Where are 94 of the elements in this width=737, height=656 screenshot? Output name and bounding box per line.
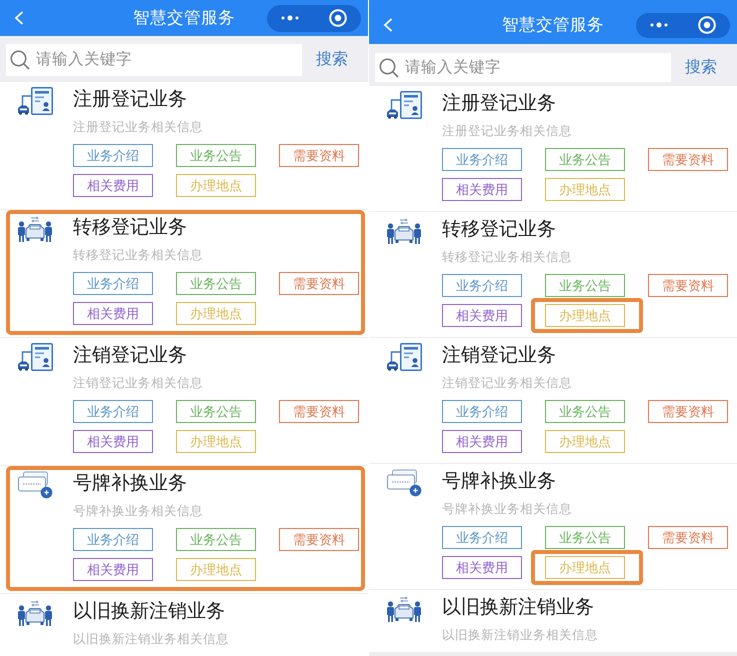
service-title: 注册登记业务 bbox=[442, 94, 557, 114]
service-card[interactable]: 以旧换新注销业务 以旧换新注销业务相关信息 bbox=[0, 594, 368, 656]
option-button[interactable]: 办理地点 bbox=[176, 302, 256, 325]
option-button[interactable]: 业务介绍 bbox=[442, 148, 522, 171]
option-button[interactable]: 需要资料 bbox=[279, 144, 359, 167]
service-title: 转移登记业务 bbox=[73, 218, 188, 238]
option-button[interactable]: 业务公告 bbox=[545, 526, 625, 549]
service-description: 注册登记业务相关信息 bbox=[73, 120, 204, 134]
service-card[interactable]: 注册登记业务 注册登记业务相关信息 业务介绍 业务公告 需要资料 相关费用 办理地点 bbox=[369, 86, 737, 211]
people-car-icon bbox=[17, 215, 53, 243]
service-description: 转移登记业务相关信息 bbox=[442, 250, 573, 264]
service-card[interactable]: 注册登记业务 注册登记业务相关信息 业务介绍 业务公告 需要资料 相关费用 办理地点 bbox=[0, 82, 368, 209]
service-card[interactable]: 注销登记业务 注销登记业务相关信息 业务介绍 业务公告 需要资料 相关费用 办理地点 bbox=[369, 338, 737, 463]
option-button[interactable]: 相关费用 bbox=[442, 556, 522, 579]
license-plate-icon bbox=[17, 471, 53, 499]
option-button[interactable]: 业务公告 bbox=[545, 148, 625, 171]
service-card[interactable]: 注销登记业务 注销登记业务相关信息 业务介绍 业务公告 需要资料 相关费用 办理地点 bbox=[0, 338, 368, 465]
service-description: 号牌补换业务相关信息 bbox=[442, 502, 573, 516]
option-button[interactable]: 办理地点 bbox=[176, 430, 256, 453]
service-title: 转移登记业务 bbox=[442, 220, 557, 240]
option-button[interactable]: 办理地点 bbox=[545, 178, 625, 201]
back-icon[interactable] bbox=[14, 11, 24, 25]
service-title: 号牌补换业务 bbox=[442, 472, 557, 492]
service-card[interactable]: 转移登记业务 转移登记业务相关信息 业务介绍 业务公告 需要资料 相关费用 办理地点 bbox=[369, 212, 737, 337]
people-car-icon bbox=[386, 217, 422, 245]
search-button[interactable]: 搜索 bbox=[316, 50, 348, 70]
search-field[interactable]: 请输入关键字 bbox=[6, 44, 302, 76]
service-description: 号牌补换业务相关信息 bbox=[73, 504, 204, 518]
option-button[interactable]: 办理地点 bbox=[545, 304, 625, 327]
document-car-icon bbox=[386, 343, 422, 371]
service-title: 以旧换新注销业务 bbox=[442, 598, 595, 618]
option-button[interactable]: 办理地点 bbox=[176, 174, 256, 197]
service-description: 注册登记业务相关信息 bbox=[442, 124, 573, 138]
option-button[interactable]: 业务公告 bbox=[545, 400, 625, 423]
option-button[interactable]: 相关费用 bbox=[442, 304, 522, 327]
license-plate-icon bbox=[386, 469, 422, 497]
option-button[interactable]: 需要资料 bbox=[279, 272, 359, 295]
service-title: 注册登记业务 bbox=[73, 90, 188, 110]
option-button[interactable]: 业务公告 bbox=[176, 400, 256, 423]
service-card[interactable]: 号牌补换业务 号牌补换业务相关信息 业务介绍 业务公告 需要资料 相关费用 办理地点 bbox=[369, 464, 737, 589]
option-button[interactable]: 相关费用 bbox=[73, 302, 153, 325]
service-title: 注销登记业务 bbox=[442, 346, 557, 366]
document-car-icon bbox=[17, 343, 53, 371]
option-button[interactable]: 相关费用 bbox=[73, 558, 153, 581]
document-car-icon bbox=[17, 87, 53, 115]
option-button[interactable]: 需要资料 bbox=[648, 526, 728, 549]
option-button[interactable]: 业务介绍 bbox=[73, 528, 153, 551]
service-description: 注销登记业务相关信息 bbox=[442, 376, 573, 390]
service-title: 以旧换新注销业务 bbox=[73, 602, 226, 622]
option-button[interactable]: 需要资料 bbox=[648, 274, 728, 297]
search-button[interactable]: 搜索 bbox=[685, 58, 717, 78]
option-button[interactable]: 业务公告 bbox=[176, 272, 256, 295]
option-button[interactable]: 办理地点 bbox=[545, 430, 625, 453]
service-description: 以旧换新注销业务相关信息 bbox=[73, 632, 229, 646]
more-icon[interactable] bbox=[281, 15, 299, 21]
people-car-icon bbox=[386, 595, 422, 623]
page-title: 智慧交管服务 bbox=[502, 15, 604, 35]
option-button[interactable]: 办理地点 bbox=[176, 558, 256, 581]
option-button[interactable]: 需要资料 bbox=[648, 148, 728, 171]
option-button[interactable]: 业务介绍 bbox=[73, 272, 153, 295]
option-button[interactable]: 相关费用 bbox=[73, 430, 153, 453]
service-title: 注销登记业务 bbox=[73, 346, 188, 366]
option-button[interactable]: 需要资料 bbox=[279, 528, 359, 551]
service-title: 号牌补换业务 bbox=[73, 474, 188, 494]
more-icon[interactable] bbox=[650, 22, 668, 28]
search-icon bbox=[10, 50, 30, 70]
service-card[interactable]: 以旧换新注销业务 以旧换新注销业务相关信息 bbox=[369, 590, 737, 652]
search-icon bbox=[379, 58, 399, 78]
service-card[interactable]: 转移登记业务 转移登记业务相关信息 业务介绍 业务公告 需要资料 相关费用 办理地点 bbox=[0, 210, 368, 337]
page-title: 智慧交管服务 bbox=[133, 8, 235, 28]
option-button[interactable]: 业务介绍 bbox=[442, 274, 522, 297]
option-button[interactable]: 业务介绍 bbox=[73, 400, 153, 423]
document-car-icon bbox=[386, 91, 422, 119]
search-field[interactable]: 请输入关键字 bbox=[375, 53, 671, 82]
option-button[interactable]: 业务介绍 bbox=[73, 144, 153, 167]
service-description: 转移登记业务相关信息 bbox=[73, 248, 204, 262]
target-icon[interactable] bbox=[329, 9, 347, 27]
option-button[interactable]: 相关费用 bbox=[442, 430, 522, 453]
service-card[interactable]: 号牌补换业务 号牌补换业务相关信息 业务介绍 业务公告 需要资料 相关费用 办理地点 bbox=[0, 466, 368, 593]
service-description: 以旧换新注销业务相关信息 bbox=[442, 628, 598, 642]
option-button[interactable]: 相关费用 bbox=[442, 178, 522, 201]
service-description: 注销登记业务相关信息 bbox=[73, 376, 204, 390]
option-button[interactable]: 业务公告 bbox=[176, 528, 256, 551]
target-icon[interactable] bbox=[698, 16, 716, 34]
option-button[interactable]: 业务介绍 bbox=[442, 526, 522, 549]
option-button[interactable]: 相关费用 bbox=[73, 174, 153, 197]
option-button[interactable]: 业务公告 bbox=[176, 144, 256, 167]
people-car-icon bbox=[17, 599, 53, 627]
option-button[interactable]: 需要资料 bbox=[279, 400, 359, 423]
option-button[interactable]: 办理地点 bbox=[545, 556, 625, 579]
option-button[interactable]: 需要资料 bbox=[648, 400, 728, 423]
option-button[interactable]: 业务介绍 bbox=[442, 400, 522, 423]
option-button[interactable]: 业务公告 bbox=[545, 274, 625, 297]
back-icon[interactable] bbox=[383, 18, 393, 32]
